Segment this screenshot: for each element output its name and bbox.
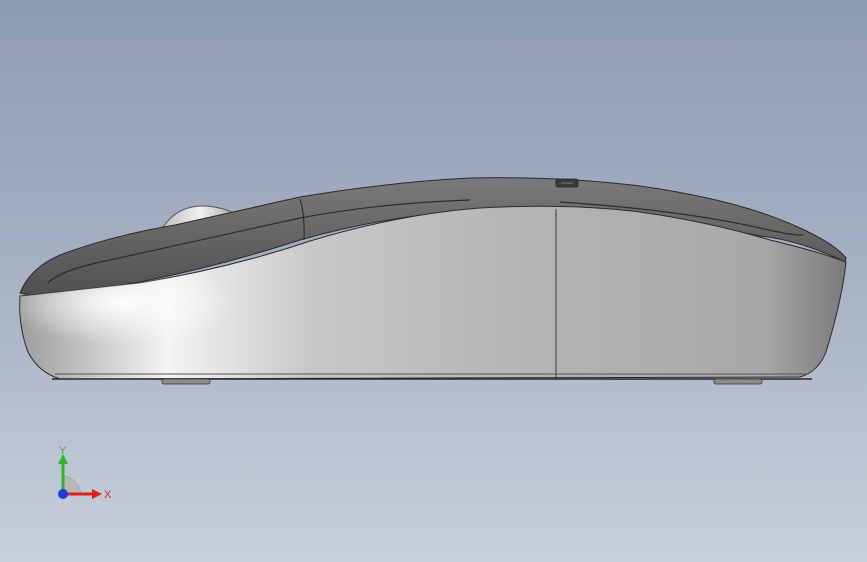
logo-mark (555, 178, 579, 188)
x-axis-label: X (104, 489, 112, 501)
coordinate-triad: Y X (58, 445, 112, 501)
y-axis-label: Y (59, 445, 67, 457)
rubber-feet (161, 378, 763, 385)
z-axis-icon (58, 489, 68, 499)
mouse-model[interactable] (0, 0, 867, 562)
graphics-viewport[interactable]: Y X (0, 0, 867, 562)
